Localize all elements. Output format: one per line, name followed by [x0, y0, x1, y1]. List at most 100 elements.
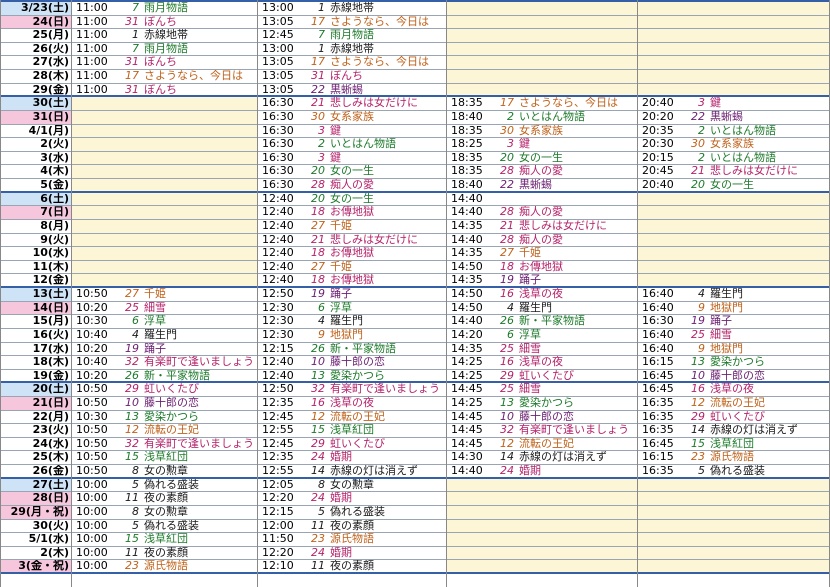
film-number: 3: [507, 137, 514, 151]
showtime: 18:25: [451, 137, 483, 151]
film-title: 雨月物語: [144, 41, 188, 55]
empty-slot: [446, 504, 637, 519]
film-number: 22: [691, 109, 705, 123]
screening-slot: 11:00 31 ぼんち: [71, 15, 257, 29]
film-title: お傳地獄: [330, 246, 374, 260]
showtime: 12:45: [262, 436, 294, 450]
screening-slot: 10:30 6 浮草: [71, 314, 257, 328]
film-title: 悲しみは女だけに: [330, 96, 418, 110]
film-title: 痴人の愛: [519, 205, 563, 219]
film-number: 10: [500, 409, 514, 423]
empty-slot: [71, 218, 257, 233]
showtime: 11:00: [76, 14, 108, 28]
film-title: 流転の王妃: [710, 395, 765, 409]
date-cell: 27(土): [0, 477, 71, 492]
film-title: 踊子: [710, 314, 732, 328]
film-title: 浮草: [519, 327, 541, 341]
film-title: 悲しみは女だけに: [330, 232, 418, 246]
screening-slot: 16:45 15 浅草紅団: [637, 437, 830, 451]
screening-slot: 16:15 13 愛染かつら: [637, 355, 830, 369]
showtime: 16:45: [642, 436, 674, 450]
showtime: 10:20: [76, 368, 108, 382]
showtime: 12:40: [262, 368, 294, 382]
showtime: 12:15: [262, 504, 294, 518]
showtime: 12:35: [262, 395, 294, 409]
film-title: 有楽町で逢いましょう: [330, 382, 440, 396]
row-divider: [0, 341, 830, 343]
empty-slot: [71, 232, 257, 247]
film-title: いとはん物語: [330, 137, 396, 151]
showtime: 11:00: [76, 1, 108, 14]
empty-slot: [446, 41, 637, 56]
film-number: 27: [500, 246, 514, 260]
screening-slot: 12:30 9 地獄門: [257, 328, 446, 342]
film-title: 女系家族: [519, 123, 563, 137]
film-title: 浅草紅団: [710, 436, 754, 450]
film-number: 32: [500, 423, 514, 437]
row-divider: [0, 314, 830, 316]
screening-slot: 16:40 9 地獄門: [637, 301, 830, 315]
showtime: 20:20: [642, 109, 674, 123]
film-title: 赤線地帯: [330, 41, 374, 55]
film-number: 18: [311, 273, 325, 287]
screening-slot: 10:50 10 藤十郎の恋: [71, 396, 257, 410]
showtime: 10:00: [76, 532, 108, 546]
film-number: 1: [132, 28, 139, 42]
film-number: 22: [500, 178, 514, 192]
column-divider: [71, 0, 72, 587]
screening-slot: 12:55 14 赤線の灯は消えず: [257, 464, 446, 478]
showtime: 14:40: [451, 232, 483, 246]
showtime: 10:20: [76, 341, 108, 355]
film-number: 27: [311, 259, 325, 273]
film-number: 7: [132, 41, 139, 55]
date-cell: 18(木): [32, 355, 69, 369]
screening-slot: 16:40 9 地獄門: [637, 342, 830, 356]
screening-slot: 12:45 7 雨月物語: [257, 28, 446, 42]
film-number: 9: [698, 300, 705, 314]
showtime: 20:30: [642, 137, 674, 151]
date-cell: 10(水): [32, 246, 69, 260]
date-cell: 5(金): [40, 178, 69, 192]
screening-slot: 10:00 23 源氏物語: [71, 559, 257, 573]
film-title: 悲しみは女だけに: [710, 164, 798, 178]
film-title: 婚期: [330, 450, 352, 464]
film-title: 細雪: [519, 341, 541, 355]
showtime: 16:15: [642, 355, 674, 369]
film-number: 9: [318, 327, 325, 341]
date-cell: 27(水): [32, 55, 69, 69]
screening-slot: 16:30 2 いとはん物語: [257, 137, 446, 151]
row-divider: [0, 559, 830, 561]
showtime: 10:30: [76, 314, 108, 328]
showtime: 16:30: [262, 109, 294, 123]
date-cell: 16(火): [32, 327, 69, 341]
film-number: 23: [125, 559, 139, 573]
film-number: 31: [311, 69, 325, 83]
row-divider: [0, 355, 830, 357]
screening-slot: 12:50 32 有楽町で逢いましょう: [257, 382, 446, 396]
showtime: 12:35: [262, 450, 294, 464]
showtime: 12:40: [262, 246, 294, 260]
screening-slot: 14:50 16 浅草の夜: [446, 287, 637, 301]
screening-slot: 10:40 32 有楽町で逢いましょう: [71, 355, 257, 369]
showtime: 10:00: [76, 518, 108, 532]
film-number: 4: [318, 314, 325, 328]
screening-slot: 11:00 7 雨月物語: [71, 42, 257, 56]
screening-slot: 10:30 13 愛染かつら: [71, 410, 257, 424]
empty-slot: [446, 28, 637, 42]
film-title: 女の一生: [330, 164, 374, 178]
film-title: 千姫: [519, 246, 541, 260]
screening-slot: 11:00 31 ぼんち: [71, 83, 257, 97]
empty-slot: [446, 14, 637, 29]
showtime: 12:45: [262, 28, 294, 42]
film-title: お傳地獄: [330, 205, 374, 219]
screening-slot: 10:00 5 偽れる盛装: [71, 519, 257, 533]
empty-slot: [637, 232, 830, 247]
showtime: 16:30: [262, 178, 294, 192]
film-title: 女の一生: [519, 150, 563, 164]
row-divider: [0, 300, 830, 302]
film-number: 19: [691, 314, 705, 328]
film-number: 32: [125, 355, 139, 369]
screening-slot: 10:00 15 浅草紅団: [71, 532, 257, 546]
row-divider: [0, 82, 830, 84]
empty-slot: [71, 164, 257, 179]
